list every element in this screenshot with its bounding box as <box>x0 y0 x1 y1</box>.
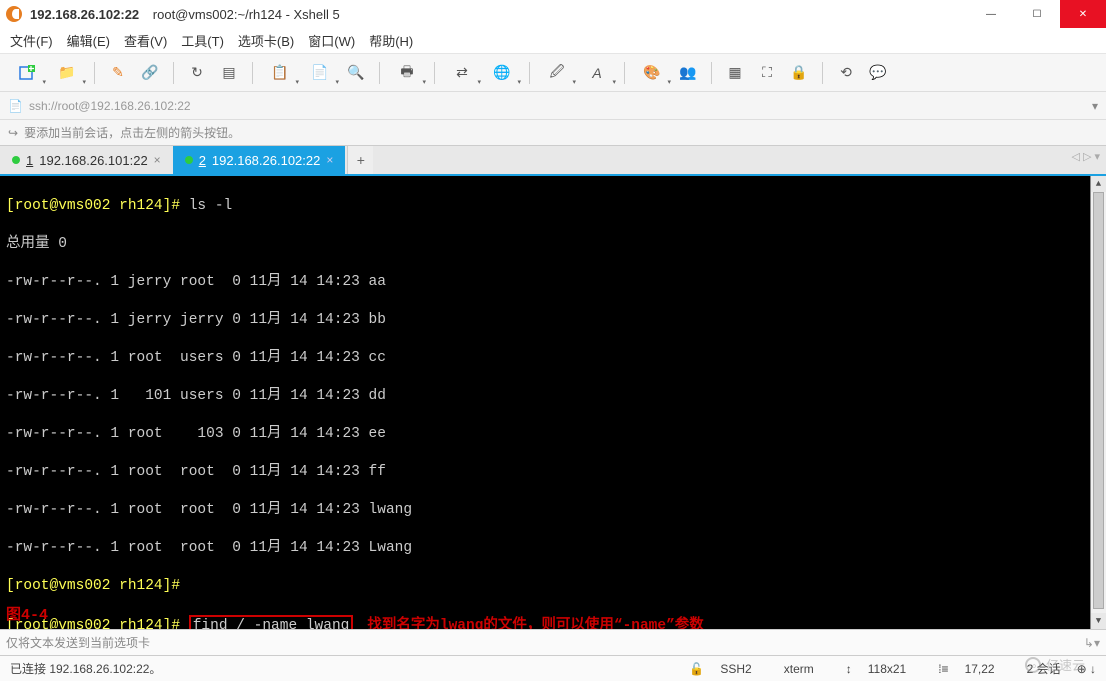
title-subtitle: root@vms002:~/rh124 - Xshell 5 <box>153 7 340 22</box>
new-session-button[interactable]: ▾ <box>10 60 44 86</box>
ls-command: ls -l <box>189 198 233 214</box>
figure-label: 图4-4 <box>6 606 48 625</box>
reconnect-button[interactable]: ↻ <box>184 60 210 86</box>
link-button[interactable]: 🔗 <box>137 60 163 86</box>
address-bar[interactable]: 📄 ssh://root@192.168.26.102:22 ▾ <box>0 92 1106 120</box>
title-host: 192.168.26.102:22 <box>30 7 139 22</box>
hint-bar: ↪ 要添加当前会话，点击左侧的箭头按钮。 <box>0 120 1106 146</box>
status-dot-icon <box>185 156 193 164</box>
file-row: -rw-r--r--. 1 jerry jerry 0 11月 14 14:23… <box>6 311 1100 330</box>
help-button[interactable]: 💬 <box>865 60 891 86</box>
search-button[interactable]: 🔍 <box>343 60 369 86</box>
find-name-command: find / -name lwang <box>189 615 354 629</box>
menu-view[interactable]: 查看(V) <box>124 31 167 50</box>
send-dropdown-icon[interactable]: ↳▾ <box>1084 636 1100 650</box>
transfer-button[interactable]: ⇄▾ <box>445 60 479 86</box>
menu-edit[interactable]: 编辑(E) <box>67 31 110 50</box>
file-row: -rw-r--r--. 1 root root 0 11月 14 14:23 L… <box>6 539 1100 558</box>
tab-label: 192.168.26.101:22 <box>39 153 147 168</box>
menu-file[interactable]: 文件(F) <box>10 31 53 50</box>
file-row: -rw-r--r--. 1 jerry root 0 11月 14 14:23 … <box>6 273 1100 292</box>
position-icon: ⁞≡ <box>938 662 948 676</box>
menu-help[interactable]: 帮助(H) <box>369 31 413 50</box>
app-icon <box>6 6 22 22</box>
menu-tabs[interactable]: 选项卡(B) <box>238 31 294 50</box>
status-size: 118x21 <box>868 662 906 676</box>
prompt: [root@vms002 rh124]# <box>6 578 180 594</box>
svg-text:亿速云: 亿速云 <box>1046 658 1085 673</box>
file-row: -rw-r--r--. 1 root root 0 11月 14 14:23 l… <box>6 501 1100 520</box>
prev-button[interactable]: ⟲ <box>833 60 859 86</box>
scroll-thumb[interactable] <box>1093 192 1104 609</box>
font-button[interactable]: A▾ <box>580 60 614 86</box>
lock-button[interactable]: 🔒 <box>786 60 812 86</box>
file-row: -rw-r--r--. 1 root users 0 11月 14 14:23 … <box>6 349 1100 368</box>
toolbar: ▾ 📁▾ ✎ 🔗 ↻ ▤ 📋▾ 📄▾ 🔍 🖶▾ ⇄▾ 🌐▾ 🖉▾ A▾ 🎨▾ 👥… <box>0 54 1106 92</box>
menu-window[interactable]: 窗口(W) <box>308 31 355 50</box>
tab-label: 192.168.26.102:22 <box>212 153 320 168</box>
window-title: 192.168.26.102:22 root@vms002:~/rh124 - … <box>30 7 968 22</box>
minimize-button[interactable]: — <box>968 0 1014 28</box>
scroll-down-icon[interactable]: ▼ <box>1091 613 1106 629</box>
tab-number: 1 <box>26 153 33 168</box>
file-row: -rw-r--r--. 1 101 users 0 11月 14 14:23 d… <box>6 387 1100 406</box>
send-text-bar[interactable]: 仅将文本发送到当前选项卡 ↳▾ <box>0 629 1106 655</box>
compose-button[interactable]: ✎ <box>105 60 131 86</box>
menubar: 文件(F) 编辑(E) 查看(V) 工具(T) 选项卡(B) 窗口(W) 帮助(… <box>0 28 1106 54</box>
watermark: 亿速云 ∞ <box>1024 654 1102 679</box>
address-dropdown-icon[interactable]: ▾ <box>1092 99 1098 113</box>
tab-bar: 1 192.168.26.101:22 × 2 192.168.26.102:2… <box>0 146 1106 176</box>
fullscreen-button[interactable]: ⛶ <box>754 60 780 86</box>
svg-text:∞: ∞ <box>1029 661 1036 672</box>
ssh-lock-icon: 📄 <box>8 99 23 113</box>
scroll-up-icon[interactable]: ▲ <box>1091 176 1106 192</box>
annotation-name: 找到名字为lwang的文件，则可以使用“-name”参数 <box>367 618 703 629</box>
session-tab-1[interactable]: 1 192.168.26.101:22 × <box>0 146 173 174</box>
total-line: 总用量 0 <box>6 235 1100 254</box>
globe-button[interactable]: 🌐▾ <box>485 60 519 86</box>
copy-button[interactable]: 📋▾ <box>263 60 297 86</box>
tab-nav[interactable]: ◁ ▷ ▾ <box>1071 150 1100 163</box>
properties-button[interactable]: ▤ <box>216 60 242 86</box>
open-session-button[interactable]: 📁▾ <box>50 60 84 86</box>
status-connection: 已连接 192.168.26.102:22。 <box>10 660 673 677</box>
file-row: -rw-r--r--. 1 root root 0 11月 14 14:23 f… <box>6 463 1100 482</box>
send-text-label: 仅将文本发送到当前选项卡 <box>6 634 150 651</box>
highlight-button[interactable]: 🖉▾ <box>540 60 574 86</box>
status-position: 17,22 <box>965 662 995 676</box>
terminal-view[interactable]: [root@vms002 rh124]# ls -l 总用量 0 -rw-r--… <box>0 176 1106 629</box>
status-dot-icon <box>12 156 20 164</box>
status-bar: 已连接 192.168.26.102:22。 🔓 SSH2 xterm ↕ 11… <box>0 655 1106 681</box>
paste-button[interactable]: 📄▾ <box>303 60 337 86</box>
maximize-button[interactable]: ☐ <box>1014 0 1060 28</box>
print-button[interactable]: 🖶▾ <box>390 60 424 86</box>
prompt: [root@vms002 rh124]# <box>6 198 180 214</box>
menu-tools[interactable]: 工具(T) <box>181 31 224 50</box>
file-row: -rw-r--r--. 1 root 103 0 11月 14 14:23 ee <box>6 425 1100 444</box>
add-arrow-icon[interactable]: ↪ <box>8 126 18 140</box>
tab-close-icon[interactable]: × <box>154 153 161 167</box>
window-controls: — ☐ ✕ <box>968 0 1106 28</box>
status-term: xterm <box>784 662 814 676</box>
hint-text: 要添加当前会话，点击左侧的箭头按钮。 <box>24 124 240 141</box>
status-protocol: SSH2 <box>720 662 751 676</box>
lock-open-icon: 🔓 <box>689 662 704 676</box>
close-button[interactable]: ✕ <box>1060 0 1106 28</box>
size-icon: ↕ <box>846 662 852 676</box>
tab-close-icon[interactable]: × <box>326 153 333 167</box>
tile-button[interactable]: ▦ <box>722 60 748 86</box>
tab-number: 2 <box>199 153 206 168</box>
users-button[interactable]: 👥 <box>675 60 701 86</box>
new-tab-button[interactable]: + <box>347 146 373 174</box>
session-tab-2[interactable]: 2 192.168.26.102:22 × <box>173 146 346 174</box>
address-url: ssh://root@192.168.26.102:22 <box>29 99 191 113</box>
terminal-scrollbar[interactable]: ▲ ▼ <box>1090 176 1106 629</box>
color-scheme-button[interactable]: 🎨▾ <box>635 60 669 86</box>
window-titlebar: 192.168.26.102:22 root@vms002:~/rh124 - … <box>0 0 1106 28</box>
